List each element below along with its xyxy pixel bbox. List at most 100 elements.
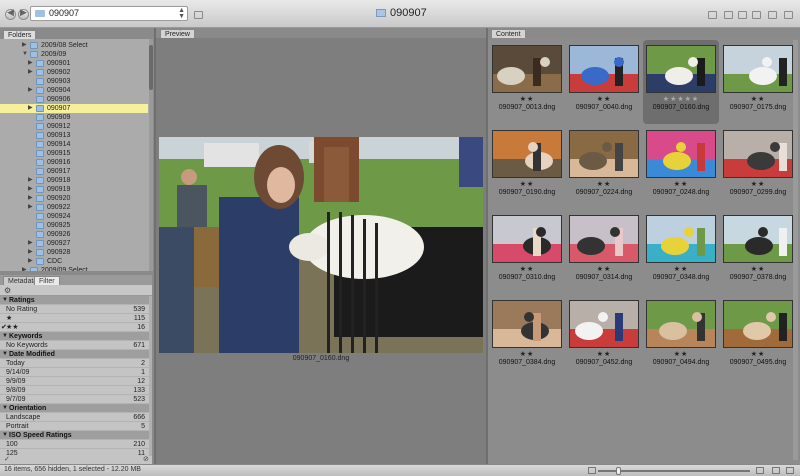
filter-group-header[interactable]: ▼ Keywords (0, 332, 149, 341)
filter-row[interactable]: 9/7/09 523 (0, 395, 149, 404)
list-view-icon[interactable] (786, 467, 794, 474)
thumbnail-item[interactable]: ★★ 090907_0040.dng (566, 40, 642, 124)
filter-row[interactable]: 100 210 (0, 440, 149, 449)
star-rating[interactable]: ★★ (643, 265, 719, 273)
disclosure-triangle-icon[interactable]: ▶ (28, 68, 33, 77)
star-rating[interactable]: ★★ (489, 265, 565, 273)
thumbnail-image[interactable] (492, 300, 562, 348)
folder-tree-item[interactable]: 090914 (0, 140, 148, 149)
filter-row[interactable]: ★ 115 (0, 314, 149, 323)
disclosure-triangle-icon[interactable]: ▼ (2, 332, 8, 341)
folder-tree-item[interactable]: 090909 (0, 113, 148, 122)
star-rating[interactable]: ★★ (489, 350, 565, 358)
tab-filter[interactable]: Filter (34, 276, 60, 285)
go-up-folder-icon[interactable] (194, 11, 203, 19)
folder-tree-item[interactable]: ▶ CDC (0, 257, 148, 266)
thumbnail-item[interactable]: ★★ 090907_0452.dng (566, 295, 642, 379)
filter-group-header[interactable]: ▼ ISO Speed Ratings (0, 431, 149, 440)
thumbnail-image[interactable] (646, 130, 716, 178)
disclosure-triangle-icon[interactable]: ▶ (28, 257, 33, 266)
folder-tree-item[interactable]: ▶ 090918 (0, 176, 148, 185)
folder-tree-item[interactable]: 090915 (0, 149, 148, 158)
filter-row[interactable]: Landscape 666 (0, 413, 149, 422)
tab-preview[interactable]: Preview (160, 29, 195, 38)
clear-filter-icon[interactable]: ⊘ (143, 455, 149, 463)
thumbnail-image[interactable] (646, 300, 716, 348)
thumbnail-item[interactable]: ★★ 090907_0495.dng (720, 295, 796, 379)
filter-row[interactable]: 9/8/09 133 (0, 386, 149, 395)
star-rating[interactable]: ★★★★★ (643, 95, 719, 103)
star-rating[interactable]: ★★ (720, 265, 796, 273)
folder-tree-item[interactable]: ▶ 090901 (0, 59, 148, 68)
new-folder-icon[interactable] (768, 11, 777, 19)
folder-tree-item[interactable]: ▼ 2009/09 (0, 50, 148, 59)
filter-group-header[interactable]: ▼ Date Modified (0, 350, 149, 359)
filter-row[interactable]: No Keywords 671 (0, 341, 149, 350)
thumbnail-image[interactable] (569, 215, 639, 263)
preview-image[interactable] (159, 137, 483, 353)
tab-content[interactable]: Content (491, 29, 526, 38)
folder-tree-item[interactable]: 090924 (0, 212, 148, 221)
filter-scrollbar[interactable] (149, 296, 152, 456)
thumbnail-size-slider-knob[interactable] (616, 467, 621, 475)
disclosure-triangle-icon[interactable]: ▶ (28, 86, 33, 95)
star-rating[interactable]: ★★ (643, 350, 719, 358)
thumbnail-image[interactable] (723, 130, 793, 178)
folder-tree-item[interactable]: ▶ 090920 (0, 194, 148, 203)
thumbnail-item[interactable]: ★★ 090907_0310.dng (489, 210, 565, 294)
folder-tree-item[interactable]: ▶ 090919 (0, 185, 148, 194)
folder-tree-item[interactable]: ▶ 090922 (0, 203, 148, 212)
thumbnail-item[interactable]: ★★ 090907_0384.dng (489, 295, 565, 379)
disclosure-triangle-icon[interactable]: ▶ (28, 185, 33, 194)
folder-tree-item[interactable]: ▶ 090902 (0, 68, 148, 77)
folder-tree-item[interactable]: 090913 (0, 131, 148, 140)
star-rating[interactable]: ★★ (566, 350, 642, 358)
folder-tree-scroll-thumb[interactable] (149, 45, 153, 90)
forward-button[interactable]: ▶ (18, 7, 29, 20)
folder-tree-item[interactable]: 090926 (0, 230, 148, 239)
open-recent-icon[interactable] (724, 11, 733, 19)
trash-icon[interactable] (784, 11, 793, 19)
folder-tree-item[interactable]: 090925 (0, 221, 148, 230)
thumbnail-image[interactable] (646, 45, 716, 93)
filter-row[interactable]: Portrait 5 (0, 422, 149, 431)
disclosure-triangle-icon[interactable]: ▼ (22, 50, 28, 59)
content-scrollbar[interactable] (793, 40, 798, 460)
folder-tree-item[interactable]: ▶ 090907 (0, 104, 148, 113)
star-rating[interactable]: ★★ (643, 180, 719, 188)
folder-tree-item[interactable]: 090912 (0, 122, 148, 131)
folder-tree-item[interactable]: ▶ 2009/08 Select (0, 41, 148, 50)
filter-row[interactable]: 9/14/09 1 (0, 368, 149, 377)
disclosure-triangle-icon[interactable]: ▶ (22, 41, 27, 50)
grid-view-icon[interactable] (772, 467, 780, 474)
disclosure-triangle-icon[interactable]: ▶ (28, 104, 33, 113)
folder-tree-item[interactable]: 090917 (0, 167, 148, 176)
disclosure-triangle-icon[interactable]: ▶ (28, 176, 33, 185)
folder-tree-item[interactable]: 090903 (0, 77, 148, 86)
path-dropdown[interactable]: 090907 ▲ ▼ (30, 6, 188, 21)
star-rating[interactable]: ★★ (489, 180, 565, 188)
thumbnail-item[interactable]: ★★ 090907_0190.dng (489, 125, 565, 209)
thumbnail-image[interactable] (723, 300, 793, 348)
thumbnail-item[interactable]: ★★★★★ 090907_0160.dng (643, 40, 719, 124)
filter-row[interactable]: Today 2 (0, 359, 149, 368)
disclosure-triangle-icon[interactable]: ▶ (22, 266, 27, 271)
gear-icon[interactable]: ⚙ (4, 286, 11, 295)
folder-tree-item[interactable]: ▶ 090927 (0, 239, 148, 248)
folder-tree-item[interactable]: ▶ 090928 (0, 248, 148, 257)
filter-row[interactable]: 9/9/09 12 (0, 377, 149, 386)
thumbnail-image[interactable] (569, 130, 639, 178)
disclosure-triangle-icon[interactable]: ▶ (28, 203, 33, 212)
disclosure-triangle-icon[interactable]: ▼ (2, 296, 8, 305)
thumbnail-image[interactable] (569, 300, 639, 348)
filter-group-header[interactable]: ▼ Ratings (0, 296, 149, 305)
star-rating[interactable]: ★★ (720, 95, 796, 103)
back-button[interactable]: ◀ (5, 7, 16, 20)
thumbnail-image[interactable] (646, 215, 716, 263)
disclosure-triangle-icon[interactable]: ▶ (28, 248, 33, 257)
thumbnail-image[interactable] (492, 130, 562, 178)
refine-icon[interactable] (708, 11, 717, 19)
tab-folders[interactable]: Folders (3, 30, 37, 39)
disclosure-triangle-icon[interactable]: ▶ (28, 194, 33, 203)
disclosure-triangle-icon[interactable]: ▼ (2, 404, 8, 413)
